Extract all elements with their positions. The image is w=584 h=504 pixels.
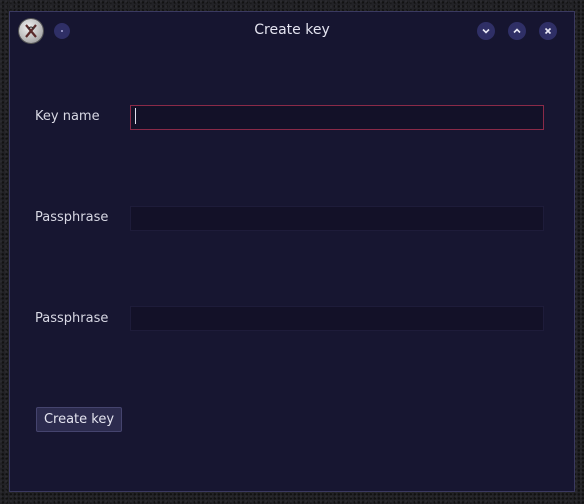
key-name-label: Key name [35,109,100,124]
passphrase-confirm-label: Passphrase [35,311,109,326]
create-key-dialog: Create key Key name Passphrase Passphras… [9,11,575,492]
passphrase-input[interactable] [130,206,544,231]
title-bar[interactable]: Create key [10,12,574,50]
text-cursor [135,108,136,124]
close-icon[interactable] [539,22,557,40]
minimize-icon[interactable] [477,22,495,40]
key-name-input[interactable] [130,105,544,130]
create-key-button[interactable]: Create key [36,407,122,432]
passphrase-label: Passphrase [35,210,109,225]
passphrase-confirm-input[interactable] [130,306,544,331]
maximize-icon[interactable] [508,22,526,40]
